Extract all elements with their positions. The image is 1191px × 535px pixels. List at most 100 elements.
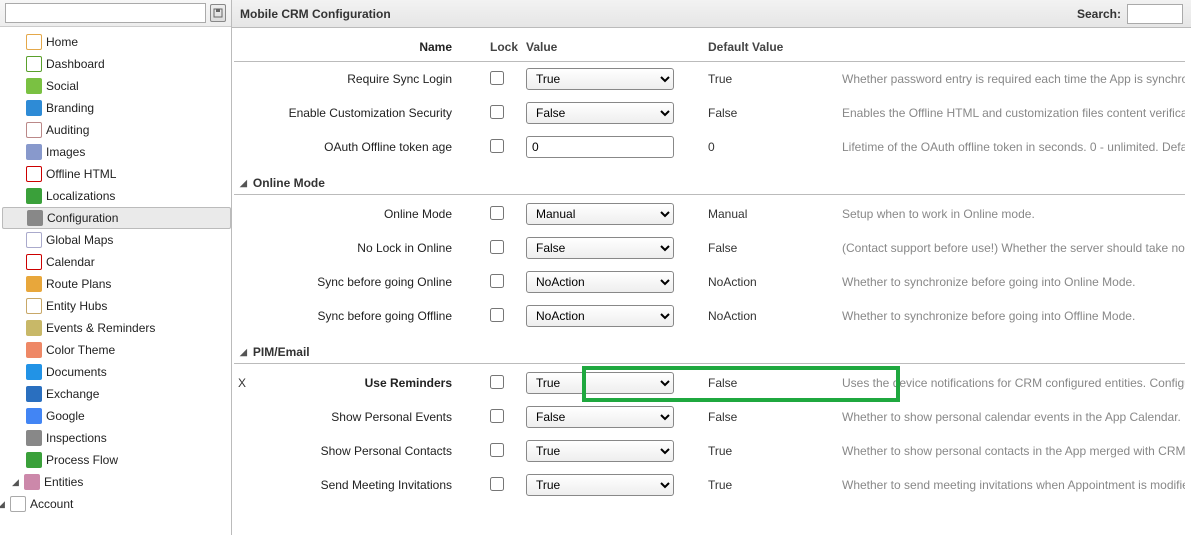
sidebar-item-inspections[interactable]: Inspections xyxy=(2,427,231,449)
sidebar-item-exchange[interactable]: Exchange xyxy=(2,383,231,405)
sidebar-filter-input[interactable] xyxy=(5,3,206,23)
sidebar-item-social[interactable]: Social xyxy=(2,75,231,97)
exchange-icon xyxy=(26,386,42,402)
setting-description: (Contact support before use!) Whether th… xyxy=(842,241,1185,255)
column-headers: Name Lock Value Default Value xyxy=(234,36,1185,62)
sidebar-item-documents[interactable]: Documents xyxy=(2,361,231,383)
sidebar-item-label: Exchange xyxy=(46,387,99,401)
default-value: True xyxy=(708,444,818,458)
sidebar-item-label: Documents xyxy=(46,365,107,379)
section-pim-email[interactable]: ◢ PIM/Email xyxy=(234,341,1185,364)
sidebar-item-home[interactable]: Home xyxy=(2,31,231,53)
lock-checkbox[interactable] xyxy=(490,477,504,491)
dashboard-icon xyxy=(26,56,42,72)
lock-checkbox[interactable] xyxy=(490,139,504,153)
sidebar-item-label: Calendar xyxy=(46,255,95,269)
sidebar-item-auditing[interactable]: Auditing xyxy=(2,119,231,141)
sidebar-item-calendar[interactable]: Calendar xyxy=(2,251,231,273)
value-input[interactable] xyxy=(526,136,674,158)
entities-icon xyxy=(24,474,40,490)
sidebar-item-label: Configuration xyxy=(47,211,118,225)
setting-name: Sync before going Offline xyxy=(254,309,462,323)
value-select[interactable]: True xyxy=(526,68,674,90)
search-input[interactable] xyxy=(1127,4,1183,24)
value-select[interactable]: NoAction xyxy=(526,305,674,327)
sidebar-item-dashboard[interactable]: Dashboard xyxy=(2,53,231,75)
calendar-icon xyxy=(26,254,42,270)
section-online-mode[interactable]: ◢ Online Mode xyxy=(234,172,1185,195)
value-select[interactable]: True xyxy=(526,474,674,496)
sidebar-item-branding[interactable]: Branding xyxy=(2,97,231,119)
lock-checkbox[interactable] xyxy=(490,409,504,423)
config-row-syncOn: Sync before going Online NoAction NoAction… xyxy=(234,265,1185,299)
config-row-enCust: Enable Customization SecurityFalseFalseE… xyxy=(234,96,1185,130)
value-select[interactable]: True xyxy=(526,372,674,394)
col-lock: Lock xyxy=(490,40,526,54)
default-value: NoAction xyxy=(708,275,818,289)
sidebar-item-configuration[interactable]: Configuration xyxy=(2,207,231,229)
sidebar-item-label: Account xyxy=(30,497,73,511)
sidebar-item-images[interactable]: Images xyxy=(2,141,231,163)
lock-checkbox[interactable] xyxy=(490,375,504,389)
entity-hubs-icon xyxy=(26,298,42,314)
lock-checkbox[interactable] xyxy=(490,240,504,254)
setting-description: Whether to synchronize before going into… xyxy=(842,309,1185,323)
setting-description: Whether to show personal contacts in the… xyxy=(842,444,1185,458)
sidebar-item-route-plans[interactable]: Route Plans xyxy=(2,273,231,295)
branding-icon xyxy=(26,100,42,116)
sidebar-item-account[interactable]: ◢Account xyxy=(2,493,231,515)
config-row-syncOff: Sync before going Offline NoAction NoActio… xyxy=(234,299,1185,333)
value-select[interactable]: False xyxy=(526,406,674,428)
sidebar-item-global-maps[interactable]: Global Maps xyxy=(2,229,231,251)
lock-checkbox[interactable] xyxy=(490,206,504,220)
lock-checkbox[interactable] xyxy=(490,105,504,119)
lock-checkbox[interactable] xyxy=(490,71,504,85)
collapse-icon: ◢ xyxy=(240,347,247,358)
nav-tree: HomeDashboardSocialBrandingAuditingImage… xyxy=(0,27,231,535)
sidebar-item-entity-hubs[interactable]: Entity Hubs xyxy=(2,295,231,317)
images-icon xyxy=(26,144,42,160)
default-value: NoAction xyxy=(708,309,818,323)
sidebar-item-events-reminders[interactable]: Events & Reminders xyxy=(2,317,231,339)
col-name: Name xyxy=(254,40,462,54)
sidebar-item-label: Route Plans xyxy=(46,277,111,291)
value-select[interactable]: False xyxy=(526,102,674,124)
default-value: True xyxy=(708,72,818,86)
sidebar-item-process-flow[interactable]: Process Flow xyxy=(2,449,231,471)
documents-icon xyxy=(26,364,42,380)
social-icon xyxy=(26,78,42,94)
default-value: False xyxy=(708,106,818,120)
config-row-sendMtg: Send Meeting InvitationsTrueTrueWhether … xyxy=(234,468,1185,502)
save-icon[interactable] xyxy=(210,4,226,22)
sidebar-item-offline-html[interactable]: Offline HTML xyxy=(2,163,231,185)
search-box: Search: xyxy=(1077,4,1183,24)
setting-name: Sync before going Online xyxy=(254,275,462,289)
account-icon xyxy=(10,496,26,512)
config-row-noLock: No Lock in OnlineFalseFalse(Contact supp… xyxy=(234,231,1185,265)
default-value: True xyxy=(708,478,818,492)
sidebar-item-color-theme[interactable]: Color Theme xyxy=(2,339,231,361)
lock-checkbox[interactable] xyxy=(490,443,504,457)
value-select[interactable]: False xyxy=(526,237,674,259)
value-select[interactable]: Manual xyxy=(526,203,674,225)
setting-name: No Lock in Online xyxy=(254,241,462,255)
setting-description: Uses the device notifications for CRM co… xyxy=(842,376,1185,390)
sidebar-item-localizations[interactable]: Localizations xyxy=(2,185,231,207)
inspections-icon xyxy=(26,430,42,446)
config-row-showCt: Show Personal ContactsTrueTrueWhether to… xyxy=(234,434,1185,468)
section-label: Online Mode xyxy=(253,176,325,190)
lock-checkbox[interactable] xyxy=(490,308,504,322)
value-select[interactable]: True xyxy=(526,440,674,462)
lock-checkbox[interactable] xyxy=(490,274,504,288)
top-bar: Mobile CRM Configuration Search: xyxy=(232,0,1191,28)
auditing-icon xyxy=(26,122,42,138)
search-label: Search: xyxy=(1077,7,1121,21)
collapse-icon: ◢ xyxy=(240,178,247,189)
section-label: PIM/Email xyxy=(253,345,310,359)
sidebar-item-google[interactable]: Google xyxy=(2,405,231,427)
value-select[interactable]: NoAction xyxy=(526,271,674,293)
sidebar-item-entities[interactable]: ◢Entities xyxy=(2,471,231,493)
color-theme-icon xyxy=(26,342,42,358)
sidebar-item-label: Entity Hubs xyxy=(46,299,107,313)
setting-description: Setup when to work in Online mode. xyxy=(842,207,1185,221)
